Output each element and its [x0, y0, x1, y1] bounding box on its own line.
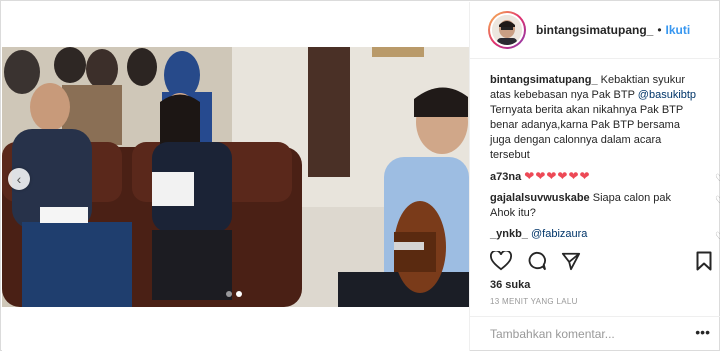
photo-illustration: [2, 47, 469, 307]
chevron-left-icon: ‹: [16, 171, 22, 187]
carousel-prev-button[interactable]: ‹: [8, 168, 30, 190]
comment-item: _ynkb_ @fabizaura ♡: [490, 227, 720, 242]
bookmark-icon[interactable]: [696, 251, 712, 276]
add-comment-bar: [470, 316, 720, 351]
avatar-ring: [490, 13, 524, 47]
post-photo[interactable]: [2, 47, 469, 307]
post-actions: [490, 249, 581, 275]
comment-username[interactable]: gajalalsuvwuskabe: [490, 192, 590, 204]
post-header: bintangsimatupang_ • Ikuti: [470, 2, 720, 59]
heart-icon[interactable]: [490, 249, 512, 275]
comment-like-icon[interactable]: ♡: [715, 229, 720, 244]
avatar-image: [492, 15, 522, 45]
carousel-dot: [226, 291, 232, 297]
comment-username[interactable]: a73na: [490, 171, 521, 183]
comment-item: gajalalsuvwuskabe Siapa calon pak Ahok i…: [490, 191, 720, 221]
post-sidebar: bintangsimatupang_ • Ikuti bintangsimatu…: [469, 2, 720, 351]
follow-button[interactable]: Ikuti: [666, 23, 691, 37]
like-count[interactable]: 36 suka: [490, 279, 530, 291]
post-timestamp: 13 MENIT YANG LALU: [490, 297, 578, 306]
caption: bintangsimatupang_ Kebaktian syukur atas…: [490, 73, 712, 163]
comment-like-icon[interactable]: ♡: [715, 171, 720, 186]
comment-username[interactable]: _ynkb_: [490, 228, 528, 240]
comment-mention[interactable]: @fabizaura: [531, 228, 587, 240]
caption-text-2: Ternyata berita akan nikahnya Pak BTP be…: [490, 104, 684, 161]
avatar-portrait: [492, 15, 522, 45]
post-username[interactable]: bintangsimatupang_: [536, 23, 653, 37]
header-separator: •: [657, 23, 662, 37]
comment-list: bintangsimatupang_ Kebaktian syukur atas…: [490, 73, 720, 248]
more-options-icon[interactable]: •••: [695, 324, 710, 340]
carousel-indicator: [226, 291, 242, 297]
comment-icon[interactable]: [526, 251, 547, 275]
post-media: ‹: [2, 2, 469, 351]
share-icon[interactable]: [561, 251, 581, 275]
caption-username[interactable]: bintangsimatupang_: [490, 74, 598, 86]
add-comment-input[interactable]: [490, 327, 680, 341]
comment-item: a73na ❤❤❤❤❤❤ ♡: [490, 169, 720, 185]
avatar[interactable]: [488, 11, 526, 49]
instagram-post-embed: ‹ bintangsimatupang_ • Ikuti bintangsima…: [0, 0, 720, 351]
comment-text: ❤❤❤❤❤❤: [524, 169, 591, 183]
comment-like-icon[interactable]: ♡: [715, 193, 720, 208]
carousel-dot-active: [236, 291, 242, 297]
caption-mention[interactable]: @basukibtp: [638, 89, 696, 101]
